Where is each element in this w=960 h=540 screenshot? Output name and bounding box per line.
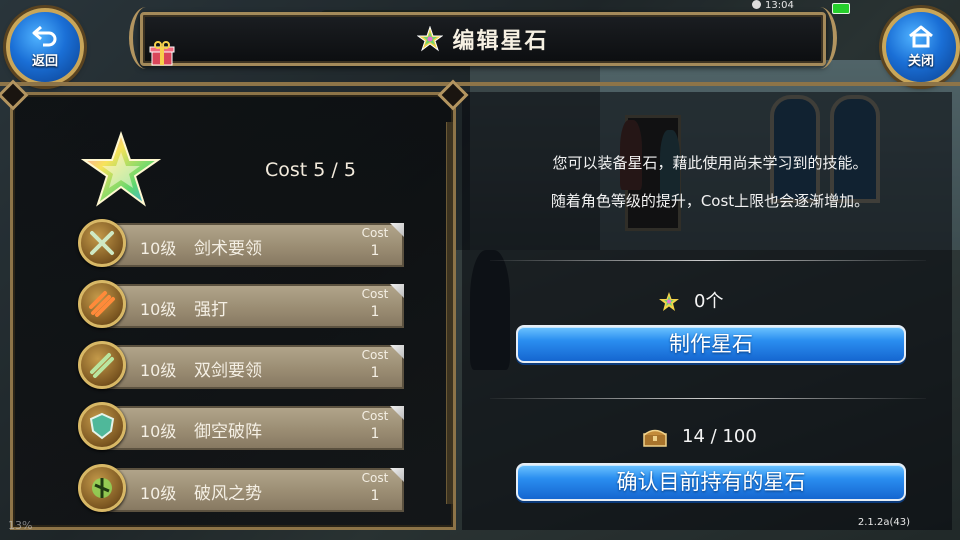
skill-cost-value: 1 <box>370 304 380 320</box>
skill-cost-label: Cost <box>361 409 389 423</box>
storage-count-value: 14 / 100 <box>682 426 757 447</box>
star-stone-count-value: 0个 <box>694 291 724 312</box>
divider <box>490 398 926 399</box>
skill-name: 破风之势 <box>194 484 262 504</box>
skill-name: 强打 <box>194 300 228 320</box>
battery-icon <box>832 3 850 14</box>
version-label: 2.1.2a(43) <box>857 517 910 528</box>
skill-level: 10级 <box>140 300 177 319</box>
storage-count: 14 / 100 <box>642 426 757 448</box>
skill-cost-label: Cost <box>361 287 389 301</box>
clock: 13:04 <box>765 0 794 11</box>
cost-total: Cost 5 / 5 <box>265 159 356 181</box>
close-label: 关闭 <box>907 54 934 69</box>
strike-icon <box>78 280 126 328</box>
treasure-chest-icon <box>643 429 667 447</box>
title-plate: 编辑星石 <box>129 7 837 69</box>
skill-name: 御空破阵 <box>194 422 262 442</box>
skill-row[interactable]: 10级 强打 Cost 1 <box>78 280 406 330</box>
back-button[interactable]: 返回 <box>6 8 84 86</box>
skill-level: 10级 <box>140 361 177 380</box>
description-line-1: 您可以装备星石，藉此使用尚未学习到的技能。 <box>552 154 868 172</box>
alarm-icon <box>752 0 761 9</box>
crossed-swords-icon <box>78 219 126 267</box>
close-button[interactable]: 关闭 <box>882 8 960 86</box>
dual-blades-icon <box>78 341 126 389</box>
skill-name: 双剑要领 <box>194 361 262 381</box>
progress-percent: 13% <box>8 519 33 532</box>
star-stone-large-icon <box>80 130 162 207</box>
skill-cost-value: 1 <box>370 365 380 381</box>
skill-row[interactable]: 10级 御空破阵 Cost 1 <box>78 402 406 452</box>
skill-level: 10级 <box>140 239 177 258</box>
back-label: 返回 <box>31 54 58 69</box>
home-icon <box>909 25 933 48</box>
skill-row[interactable]: 10级 破风之势 Cost 1 <box>78 464 406 514</box>
skill-cost-value: 1 <box>370 488 380 504</box>
back-arrow-icon <box>32 25 57 47</box>
skill-row[interactable]: 10级 剑术要领 Cost 1 <box>78 219 406 269</box>
make-star-stone-button[interactable]: 制作星石 <box>516 325 906 363</box>
skill-name: 剑术要领 <box>194 239 262 259</box>
divider <box>490 260 926 261</box>
skill-cost-label: Cost <box>361 471 389 485</box>
skill-level: 10级 <box>140 422 177 441</box>
gift-icon[interactable] <box>148 40 176 68</box>
wind-burst-icon <box>78 464 126 512</box>
page-title: 编辑星石 <box>452 29 549 54</box>
skill-cost-label: Cost <box>361 348 389 362</box>
skill-list-scrollbar[interactable] <box>446 122 453 504</box>
skill-cost-value: 1 <box>370 243 380 259</box>
skill-cost-label: Cost <box>361 226 389 240</box>
skill-cost-value: 1 <box>370 426 380 442</box>
star-stone-icon <box>659 292 679 311</box>
shield-emblem-icon <box>78 402 126 450</box>
confirm-owned-star-stones-button[interactable]: 确认目前持有的星石 <box>516 463 906 501</box>
description-line-2: 随着角色等级的提升，Cost上限也会逐渐增加。 <box>550 192 870 210</box>
skill-row[interactable]: 10级 双剑要领 Cost 1 <box>78 341 406 391</box>
skill-level: 10级 <box>140 484 177 503</box>
star-stone-icon <box>417 26 444 52</box>
star-stone-count: 0个 <box>658 287 723 313</box>
